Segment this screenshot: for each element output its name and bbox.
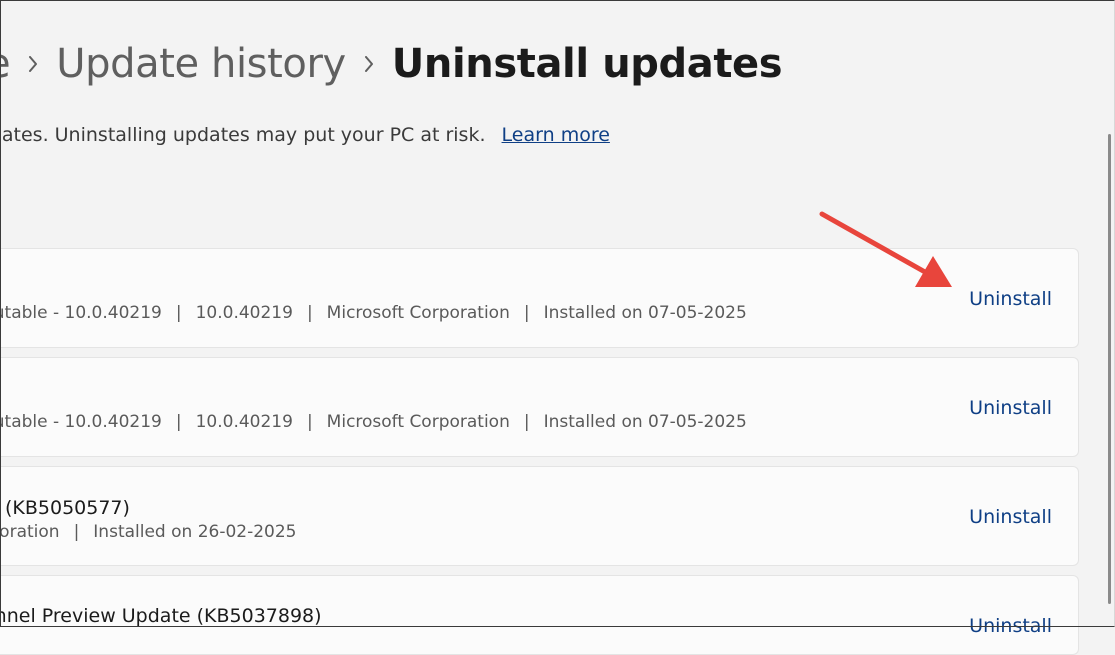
separator: | <box>523 412 530 432</box>
update-item: istributable - 10.0.40219 | 10.0.40219 | Mic… <box>0 357 1079 457</box>
update-item: istributable - 10.0.40219 | 10.0.40219 | Mic… <box>0 248 1079 348</box>
chevron-right-icon <box>346 38 392 90</box>
uninstall-button[interactable]: Uninstall <box>969 396 1052 420</box>
update-version: 10.0.40219 <box>195 303 293 323</box>
update-title: (KB5050577) <box>5 497 130 519</box>
update-item: (KB5050577) orporation | Installed on 26-0… <box>0 466 1079 566</box>
update-package: istributable - 10.0.40219 <box>0 412 162 432</box>
breadcrumb-item-windows-update[interactable]: e <box>0 38 11 90</box>
separator: | <box>523 303 530 323</box>
update-installed-date: Installed on 26-02-2025 <box>93 522 297 542</box>
update-publisher: orporation <box>0 522 60 542</box>
update-publisher: Microsoft Corporation <box>326 303 510 323</box>
uninstall-button[interactable]: Uninstall <box>969 287 1052 311</box>
learn-more-link[interactable]: Learn more <box>502 124 610 146</box>
update-meta: istributable - 10.0.40219 | 10.0.40219 | Mic… <box>0 302 747 324</box>
update-meta: istributable - 10.0.40219 | 10.0.40219 | Mic… <box>0 411 747 433</box>
separator: | <box>175 412 182 432</box>
separator: | <box>73 522 80 542</box>
chevron-right-icon <box>10 38 56 90</box>
page-title: Uninstall updates <box>391 41 783 87</box>
update-installed-date: Installed on 07-05-2025 <box>543 412 747 432</box>
breadcrumb-item-update-history[interactable]: Update history <box>56 38 346 90</box>
update-title: hannel Preview Update (KB5037898) <box>0 605 322 627</box>
description-text: e updates. Uninstalling updates may put … <box>0 124 486 146</box>
update-meta: orporation | Installed on 26-02-2025 <box>0 521 297 543</box>
update-publisher: Microsoft Corporation <box>326 412 510 432</box>
uninstall-button[interactable]: Uninstall <box>969 505 1052 529</box>
update-version: 10.0.40219 <box>195 412 293 432</box>
breadcrumb: e Update history Uninstall updates <box>0 38 783 90</box>
separator: | <box>306 412 313 432</box>
update-package: istributable - 10.0.40219 <box>0 303 162 323</box>
update-installed-date: Installed on 07-05-2025 <box>543 303 747 323</box>
separator: | <box>306 303 313 323</box>
description: e updates. Uninstalling updates may put … <box>0 120 700 152</box>
separator: | <box>175 303 182 323</box>
scrollbar[interactable] <box>1108 134 1111 604</box>
uninstall-button[interactable]: Uninstall <box>969 614 1052 638</box>
update-item: hannel Preview Update (KB5037898) Uninst… <box>0 575 1079 655</box>
